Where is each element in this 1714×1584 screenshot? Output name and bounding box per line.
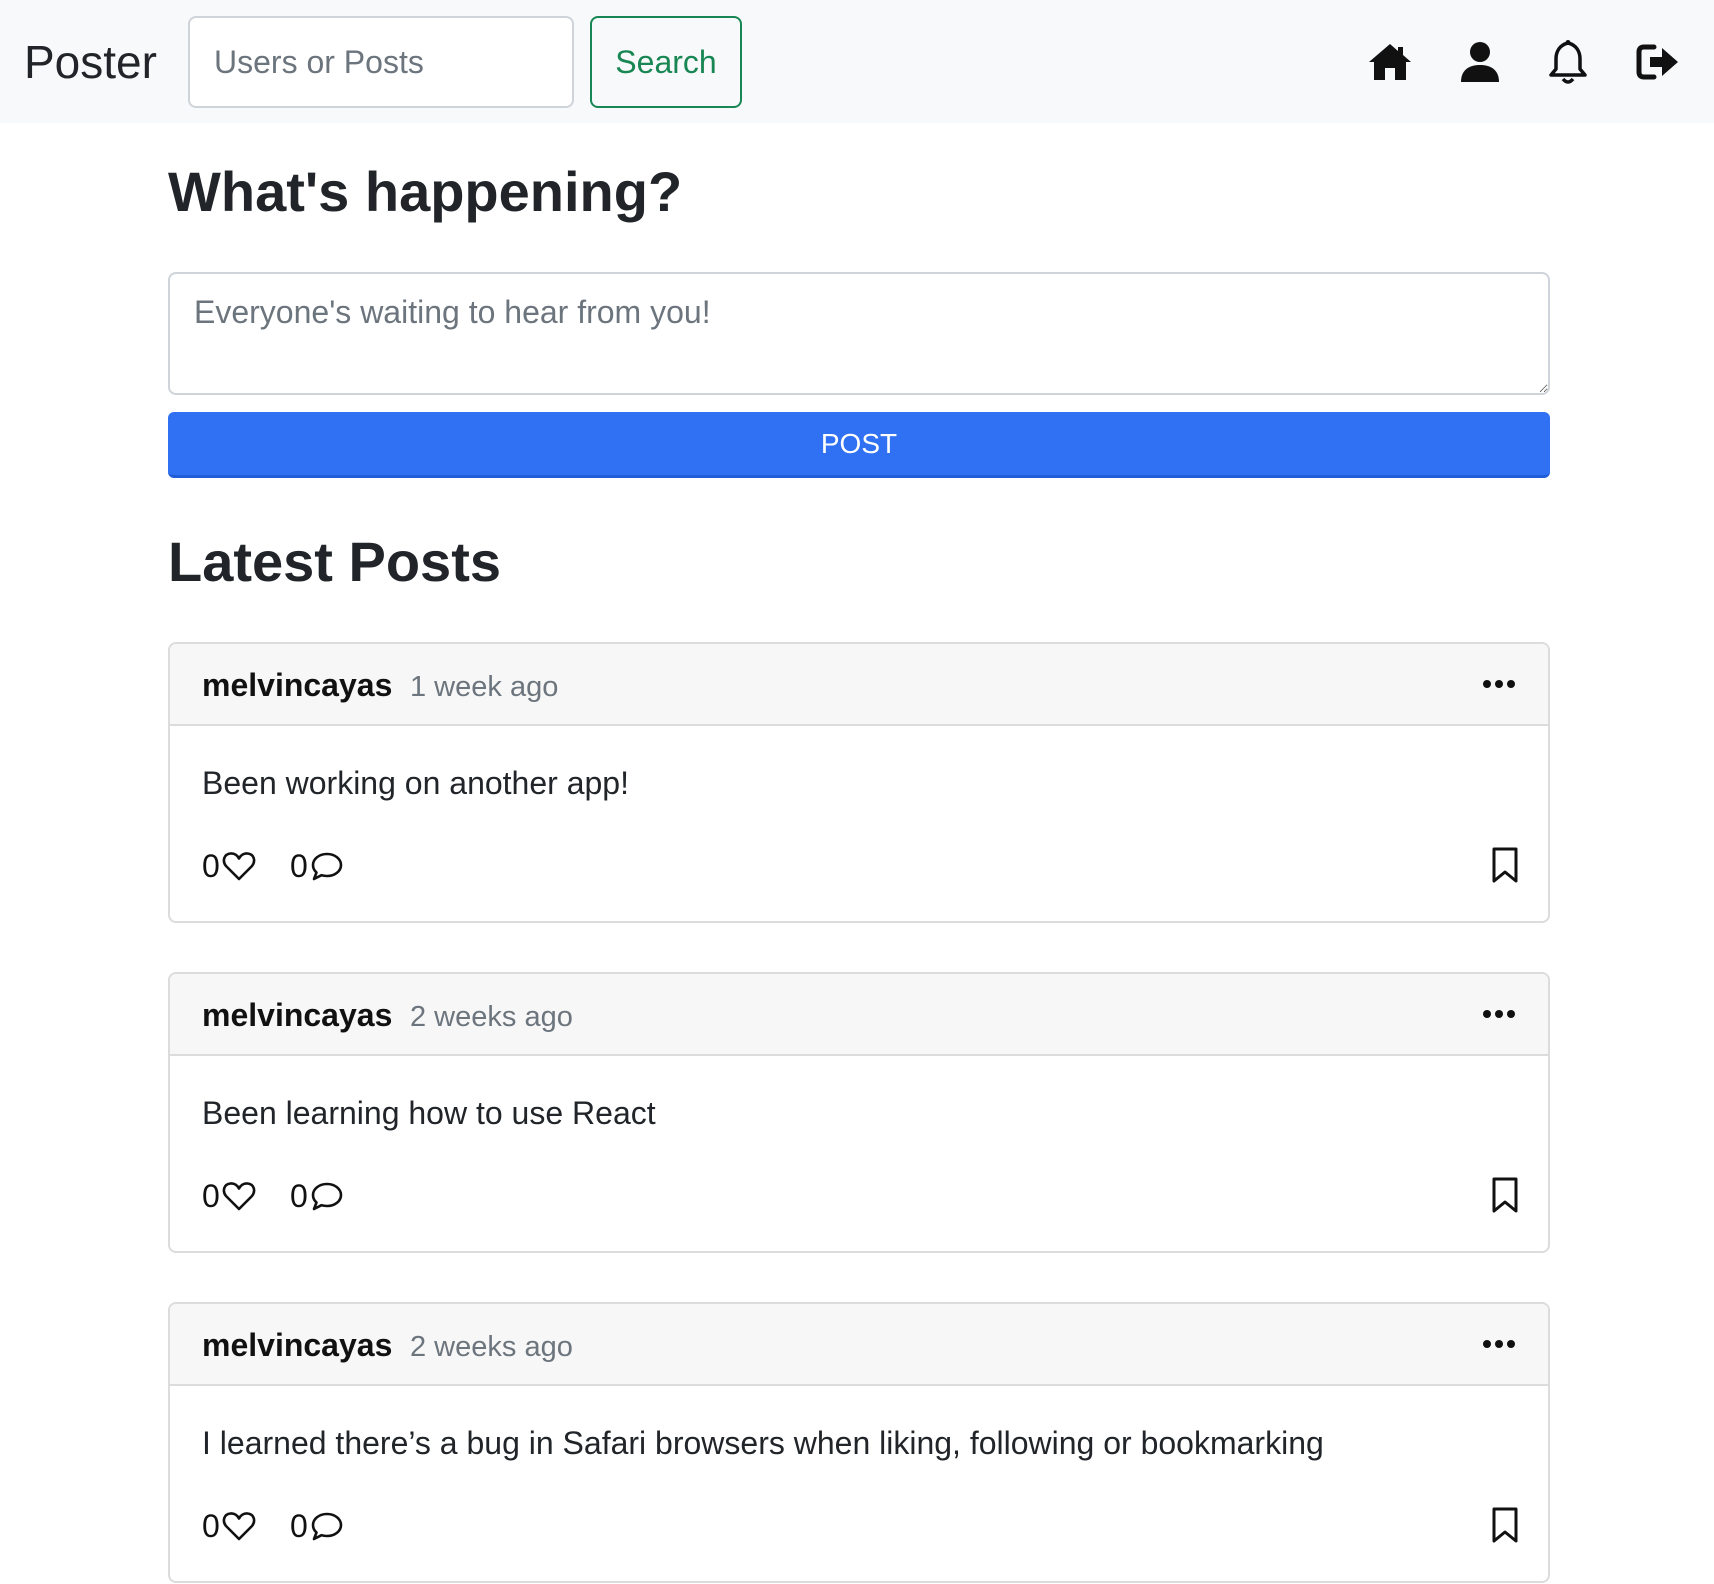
compose-title: What's happening?	[168, 160, 683, 223]
like-button[interactable]: 0	[202, 846, 256, 886]
comment-count: 0	[290, 847, 308, 884]
post-header: melvincayas 1 week ago	[170, 644, 1548, 726]
more-options-icon[interactable]	[1482, 672, 1516, 696]
comment-icon	[311, 852, 343, 881]
post-timestamp: 2 weeks ago	[410, 1001, 573, 1033]
latest-posts-title: Latest Posts	[168, 530, 501, 593]
heart-icon	[222, 1182, 256, 1211]
user-icon[interactable]	[1456, 38, 1504, 86]
like-count: 0	[202, 1507, 220, 1544]
post-card: melvincayas 2 weeks ago Been learning ho…	[168, 972, 1550, 1253]
heart-icon	[222, 1512, 256, 1541]
comment-count: 0	[290, 1177, 308, 1214]
logout-icon[interactable]	[1634, 38, 1682, 86]
navbar: Poster Search	[0, 0, 1714, 123]
brand-logo[interactable]: Poster	[24, 34, 157, 90]
comment-icon	[311, 1182, 343, 1211]
more-options-icon[interactable]	[1482, 1332, 1516, 1356]
comment-button[interactable]: 0	[290, 1506, 344, 1546]
like-button[interactable]: 0	[202, 1176, 256, 1216]
like-button[interactable]: 0	[202, 1506, 256, 1546]
post-username[interactable]: melvincayas	[202, 1326, 392, 1364]
post-body: Been learning how to use React	[202, 1095, 656, 1131]
comment-button[interactable]: 0	[290, 846, 344, 886]
post-body: Been working on another app!	[202, 765, 629, 801]
post-body: I learned there’s a bug in Safari browse…	[202, 1425, 1324, 1461]
comment-count: 0	[290, 1507, 308, 1544]
search-button[interactable]: Search	[590, 16, 742, 108]
post-header: melvincayas 2 weeks ago	[170, 1304, 1548, 1386]
post-username[interactable]: melvincayas	[202, 666, 392, 704]
post-timestamp: 1 week ago	[410, 671, 559, 703]
search-input[interactable]	[188, 16, 574, 108]
bookmark-icon[interactable]	[1490, 846, 1520, 884]
comment-icon	[311, 1512, 343, 1541]
heart-icon	[222, 852, 256, 881]
post-username[interactable]: melvincayas	[202, 996, 392, 1034]
post-button[interactable]: POST	[168, 412, 1550, 478]
comment-button[interactable]: 0	[290, 1176, 344, 1216]
post-card: melvincayas 2 weeks ago I learned there’…	[168, 1302, 1550, 1583]
more-options-icon[interactable]	[1482, 1002, 1516, 1026]
post-card: melvincayas 1 week ago Been working on a…	[168, 642, 1550, 923]
compose-textarea[interactable]	[168, 272, 1550, 395]
bookmark-icon[interactable]	[1490, 1176, 1520, 1214]
home-icon[interactable]	[1366, 38, 1414, 86]
like-count: 0	[202, 847, 220, 884]
bookmark-icon[interactable]	[1490, 1506, 1520, 1544]
post-timestamp: 2 weeks ago	[410, 1331, 573, 1363]
post-header: melvincayas 2 weeks ago	[170, 974, 1548, 1056]
like-count: 0	[202, 1177, 220, 1214]
bell-icon[interactable]	[1544, 38, 1592, 86]
